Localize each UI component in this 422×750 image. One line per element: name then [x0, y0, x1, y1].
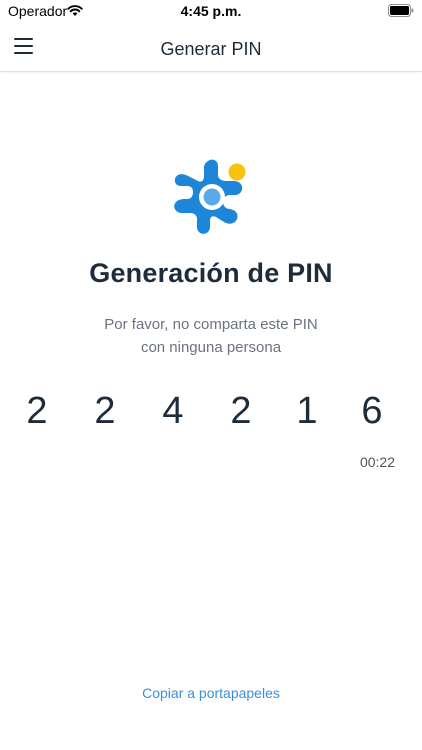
copy-to-clipboard-link[interactable]: Copiar a portapapeles [0, 685, 422, 701]
pin-digit: 1 [296, 390, 318, 432]
nav-title: Generar PIN [160, 39, 262, 59]
pin-digit: 2 [94, 390, 116, 432]
countdown-timer: 00:22 [359, 454, 395, 470]
pin-digit: 4 [162, 390, 184, 432]
pin-display: 2 2 4 2 1 6 [0, 390, 422, 436]
app-logo-icon [174, 159, 246, 234]
page-heading: Generación de PIN [89, 258, 333, 288]
subtitle-line-1: Por favor, no comparta este PIN [104, 316, 318, 333]
battery-icon [388, 4, 414, 17]
pin-digit: 2 [26, 390, 48, 432]
pin-digit: 6 [361, 390, 383, 432]
clock-time: 4:45 p.m. [180, 3, 242, 19]
warning-subtitle: Por favor, no comparta este PIN con ning… [60, 313, 362, 359]
navigation-bar: Generar PIN [0, 24, 422, 72]
subtitle-line-2: con ninguna persona [140, 339, 282, 356]
status-bar: Operador 4:45 p.m. [0, 0, 422, 24]
pin-digit: 2 [230, 390, 252, 432]
